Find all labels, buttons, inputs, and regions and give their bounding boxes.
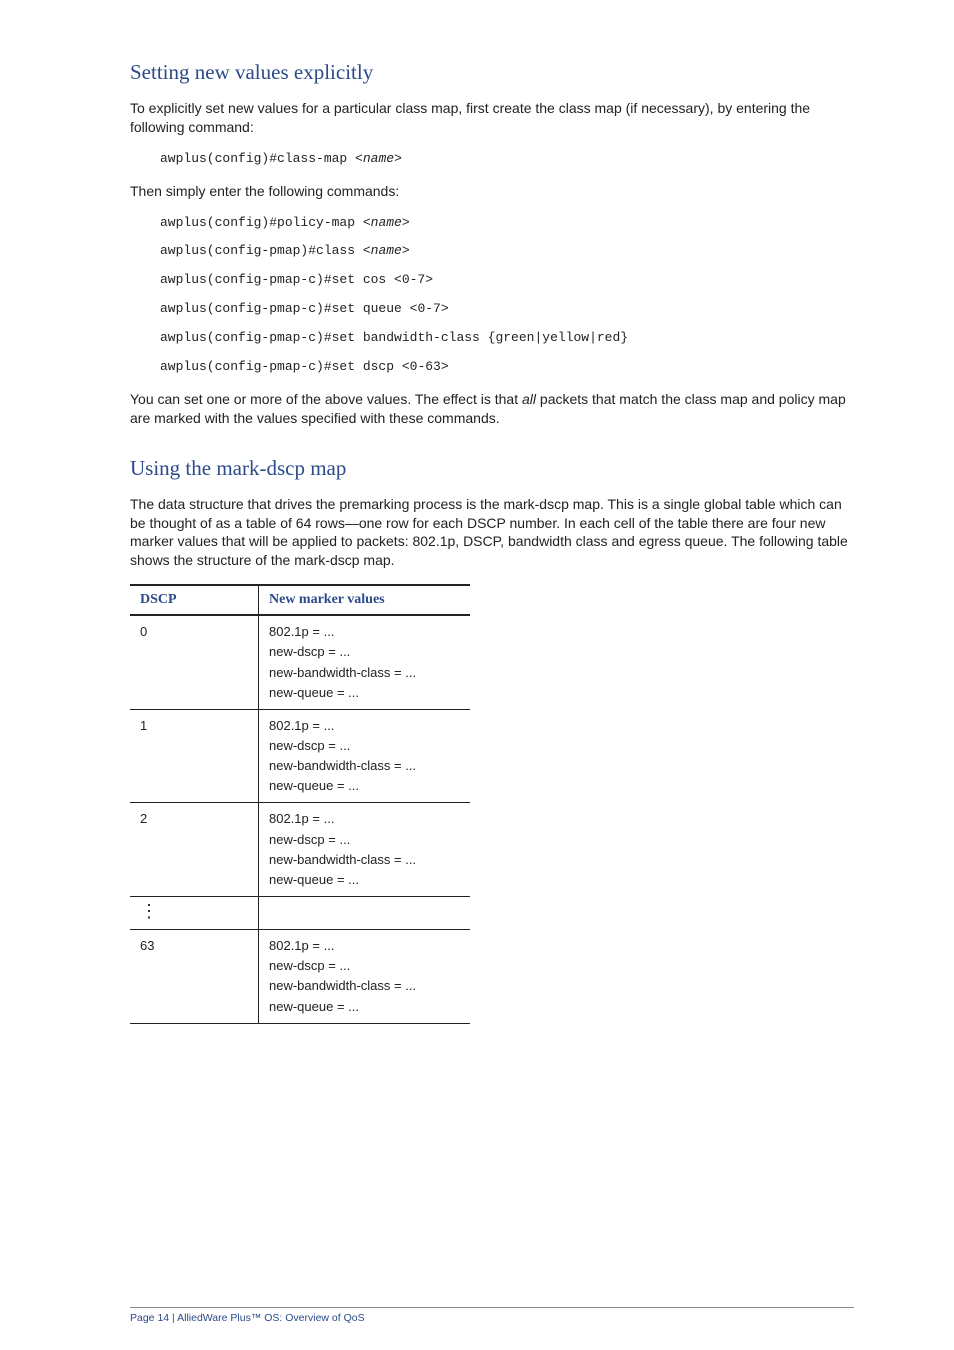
- value-line: new-queue = ...: [269, 872, 359, 887]
- value-line: new-dscp = ...: [269, 738, 350, 753]
- mark-dscp-table: DSCP New marker values 0 802.1p = ... ne…: [130, 584, 470, 1023]
- value-line: new-dscp = ...: [269, 832, 350, 847]
- footer-text: Page 14 | AlliedWare Plus™ OS: Overview …: [130, 1312, 365, 1324]
- code-text: awplus(config)#policy-map <: [160, 215, 371, 230]
- table-row-ellipsis: ⋮: [130, 896, 470, 929]
- code-text: awplus(config)#class-map <: [160, 151, 363, 166]
- code-text: >: [394, 151, 402, 166]
- value-line: new-queue = ...: [269, 685, 359, 700]
- page-footer: Page 14 | AlliedWare Plus™ OS: Overview …: [130, 1307, 854, 1324]
- value-line: new-bandwidth-class = ...: [269, 758, 416, 773]
- text: You can set one or more of the above val…: [130, 391, 522, 407]
- code-text: awplus(config-pmap-c)#set bandwidth-clas…: [160, 330, 854, 347]
- cell-vdots: ⋮: [130, 896, 259, 929]
- code-ital: name: [371, 243, 402, 258]
- code-ital: name: [363, 151, 394, 166]
- cell-values: 802.1p = ... new-dscp = ... new-bandwidt…: [259, 615, 471, 709]
- table-header-dscp: DSCP: [130, 585, 259, 615]
- code-ital: name: [371, 215, 402, 230]
- code-text: awplus(config-pmap-c)#set queue <0-7>: [160, 301, 854, 318]
- cell-empty: [259, 896, 471, 929]
- code-text: >: [402, 243, 410, 258]
- para-can-set: You can set one or more of the above val…: [130, 390, 854, 428]
- table-row: 0 802.1p = ... new-dscp = ... new-bandwi…: [130, 615, 470, 709]
- footer-rule: [130, 1307, 854, 1308]
- value-line: 802.1p = ...: [269, 938, 334, 953]
- code-text: awplus(config-pmap-c)#set cos <0-7>: [160, 272, 854, 289]
- value-line: 802.1p = ...: [269, 811, 334, 826]
- para-then-enter: Then simply enter the following commands…: [130, 182, 854, 201]
- code-text: awplus(config-pmap)#class <: [160, 243, 371, 258]
- vertical-ellipsis-icon: ⋮: [140, 901, 158, 921]
- table-header-values: New marker values: [259, 585, 471, 615]
- cell-dscp: 63: [130, 930, 259, 1024]
- para-markdscp-intro: The data structure that drives the prema…: [130, 495, 854, 571]
- value-line: new-bandwidth-class = ...: [269, 978, 416, 993]
- text-ital: all: [522, 391, 536, 407]
- value-line: 802.1p = ...: [269, 718, 334, 733]
- code-commands: awplus(config)#policy-map <name> awplus(…: [160, 215, 854, 376]
- table-row: 63 802.1p = ... new-dscp = ... new-bandw…: [130, 930, 470, 1024]
- value-line: 802.1p = ...: [269, 624, 334, 639]
- table-row: 1 802.1p = ... new-dscp = ... new-bandwi…: [130, 709, 470, 803]
- cell-dscp: 2: [130, 803, 259, 897]
- cell-dscp: 0: [130, 615, 259, 709]
- code-classmap: awplus(config)#class-map <name>: [160, 151, 854, 168]
- para-setting-intro: To explicitly set new values for a parti…: [130, 99, 854, 137]
- section-heading-setting: Setting new values explicitly: [130, 60, 854, 85]
- cell-dscp: 1: [130, 709, 259, 803]
- value-line: new-dscp = ...: [269, 958, 350, 973]
- cell-values: 802.1p = ... new-dscp = ... new-bandwidt…: [259, 930, 471, 1024]
- cell-values: 802.1p = ... new-dscp = ... new-bandwidt…: [259, 803, 471, 897]
- cell-values: 802.1p = ... new-dscp = ... new-bandwidt…: [259, 709, 471, 803]
- code-text: >: [402, 215, 410, 230]
- section-heading-markdscp: Using the mark-dscp map: [130, 456, 854, 481]
- value-line: new-queue = ...: [269, 778, 359, 793]
- table-row: 2 802.1p = ... new-dscp = ... new-bandwi…: [130, 803, 470, 897]
- value-line: new-queue = ...: [269, 999, 359, 1014]
- value-line: new-bandwidth-class = ...: [269, 852, 416, 867]
- value-line: new-bandwidth-class = ...: [269, 665, 416, 680]
- code-text: awplus(config-pmap-c)#set dscp <0-63>: [160, 359, 854, 376]
- value-line: new-dscp = ...: [269, 644, 350, 659]
